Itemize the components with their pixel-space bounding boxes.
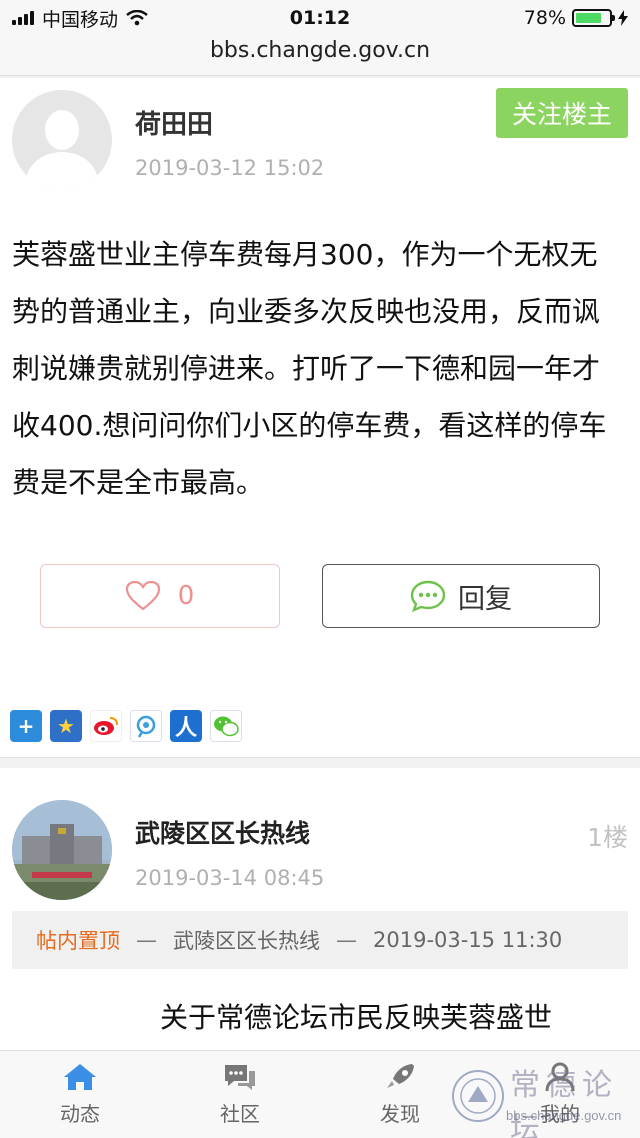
- pin-author: 武陵区区长热线: [173, 929, 320, 953]
- status-bar: 中国移动 01:12 78%: [0, 0, 640, 36]
- nav-label: 我的: [540, 1102, 580, 1126]
- pinned-notice: 帖内置顶 — 武陵区区长热线 — 2019-03-15 11:30: [12, 911, 628, 969]
- post-body: 芙蓉盛世业主停车费每月300，作为一个无权无势的普通业主，向业委多次反映也没用，…: [12, 238, 607, 499]
- follow-author-button[interactable]: 关注楼主: [496, 88, 628, 138]
- comment-bubble-icon: [410, 580, 446, 612]
- battery-icon: [572, 9, 615, 27]
- weibo-icon[interactable]: [90, 710, 122, 742]
- reply-date: 2019-03-14 08:45: [135, 866, 325, 890]
- building-photo-icon: [12, 800, 112, 900]
- post-card: 荷田田 2019-03-12 15:02 关注楼主 芙蓉盛世业主停车费每月300…: [0, 78, 640, 758]
- floor-number: 1楼: [587, 823, 628, 852]
- like-count: 0: [177, 581, 195, 611]
- url-text[interactable]: bbs.changde.gov.cn: [210, 38, 430, 63]
- tencent-weibo-icon[interactable]: [130, 710, 162, 742]
- pin-separator: —: [336, 928, 357, 952]
- nav-label: 社区: [220, 1102, 260, 1126]
- nav-item-community[interactable]: 社区: [160, 1051, 320, 1138]
- renren-icon[interactable]: 人: [170, 710, 202, 742]
- chat-bubbles-icon: [225, 1065, 255, 1090]
- nav-item-discover[interactable]: 发现: [320, 1051, 480, 1138]
- url-bar[interactable]: bbs.changde.gov.cn: [0, 36, 640, 76]
- reply-button[interactable]: 回复: [322, 564, 600, 628]
- charging-icon: [618, 10, 628, 26]
- qzone-star-icon[interactable]: ★: [50, 710, 82, 742]
- like-button[interactable]: 0: [40, 564, 280, 628]
- carrier-label: 中国移动: [42, 8, 119, 31]
- rocket-icon: [387, 1064, 414, 1088]
- heart-icon: [125, 581, 160, 611]
- post-date: 2019-03-12 15:02: [135, 156, 325, 180]
- avatar-head: [45, 110, 79, 150]
- signal-icon: [12, 11, 34, 25]
- status-left: 中国移动: [12, 5, 148, 32]
- pin-date: 2019-03-15 11:30: [373, 928, 563, 952]
- wechat-icon[interactable]: [210, 710, 242, 742]
- avatar-body: [26, 152, 98, 190]
- reply-avatar[interactable]: [12, 800, 112, 900]
- reply-text: 关于常德论坛市民反映芙蓉盛世: [160, 1001, 553, 1034]
- pin-separator: —: [136, 928, 157, 952]
- battery-fill: [576, 13, 601, 23]
- post-author[interactable]: 荷田田: [135, 104, 213, 141]
- reply-card: 武陵区区长热线 2019-03-14 08:45 1楼 帖内置顶 — 武陵区区长…: [0, 768, 640, 1050]
- nav-label: 动态: [60, 1102, 100, 1126]
- nav-item-mine[interactable]: 我的: [480, 1051, 640, 1138]
- wifi-icon: [126, 10, 148, 26]
- battery-percent: 78%: [523, 7, 566, 29]
- reply-label: 回复: [458, 583, 512, 615]
- nav-item-dynamic[interactable]: 动态: [0, 1051, 160, 1138]
- home-icon: [64, 1064, 96, 1090]
- user-icon: [545, 1062, 575, 1092]
- plus-icon[interactable]: +: [10, 710, 42, 742]
- nav-label: 发现: [380, 1102, 420, 1126]
- bottom-nav: 动态 社区 发现 我的: [0, 1050, 640, 1138]
- reply-author[interactable]: 武陵区区长热线: [135, 814, 310, 850]
- status-right: 78%: [524, 7, 628, 29]
- avatar[interactable]: [12, 90, 112, 190]
- share-bar: + ★ 人: [10, 710, 242, 742]
- pin-tag: 帖内置顶: [36, 929, 120, 953]
